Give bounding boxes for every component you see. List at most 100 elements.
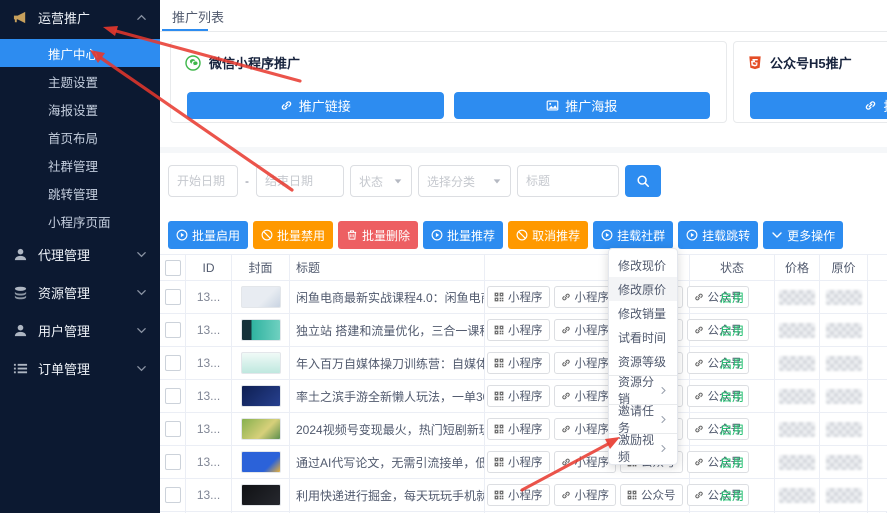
cover-thumbnail xyxy=(240,484,281,506)
menu-item-reward-video[interactable]: 激励视频 xyxy=(609,433,677,464)
chevron-up-icon xyxy=(136,12,147,23)
miniapp-link-button[interactable]: 小程序 xyxy=(553,451,616,473)
row-title: 2024视频号变现最火，热门短剧新玩法，每天花... xyxy=(290,413,485,445)
row-checkbox[interactable] xyxy=(164,421,181,437)
sidebar-item-label: 运营推广 xyxy=(38,10,91,26)
masked-price xyxy=(779,487,815,503)
row-title: 闲鱼电商最新实战课程4.0：闲鱼电商无货源规则... xyxy=(290,281,485,313)
sidebar-item-community[interactable]: 社群管理 xyxy=(0,151,160,179)
masked-price xyxy=(779,322,815,338)
mount-redirect-button[interactable]: 挂载跳转 xyxy=(678,221,759,249)
miniapp-qrcode-button[interactable]: 小程序 xyxy=(487,352,550,374)
miniapp-qrcode-button[interactable]: 小程序 xyxy=(487,286,550,308)
row-title: 独立站 搭建和流量优化，三合一课程解决独立站... xyxy=(290,314,485,346)
sidebar: 运营推广 推广中心 主题设置 海报设置 首页布局 社群管理 跳转管理 小程序页面… xyxy=(0,0,160,513)
miniapp-link-button[interactable]: 小程序 xyxy=(553,385,616,407)
sidebar-item-label: 用户管理 xyxy=(38,323,91,339)
status-badge: 启用 xyxy=(690,314,775,346)
promo-poster-button[interactable]: 推广海报 xyxy=(453,92,710,119)
miniapp-qrcode-button[interactable]: 小程序 xyxy=(487,385,550,407)
cover-thumbnail xyxy=(240,418,281,440)
miniapp-qrcode-button[interactable]: 小程序 xyxy=(487,418,550,440)
magnifier-icon xyxy=(636,174,650,188)
sidebar-item-theme-settings[interactable]: 主题设置 xyxy=(0,67,160,95)
play-circle-icon xyxy=(176,229,188,241)
more-actions-button[interactable]: 更多操作 xyxy=(763,221,844,249)
sidebar-item-orders[interactable]: 订单管理 xyxy=(0,349,160,387)
card-title: 公众号H5推广 xyxy=(734,42,887,72)
cancel-recommend-button[interactable]: 取消推荐 xyxy=(508,221,589,249)
link-icon xyxy=(561,391,571,401)
sidebar-item-promo-center[interactable]: 推广中心 xyxy=(0,39,160,67)
table-row: 13... 闲鱼电商最新实战课程4.0：闲鱼电商无货源规则... 小程序 小程序… xyxy=(160,281,887,314)
miniapp-qrcode-button[interactable]: 小程序 xyxy=(487,451,550,473)
resources-icon xyxy=(13,285,28,300)
miniapp-qrcode-button[interactable]: 小程序 xyxy=(487,319,550,341)
sidebar-item-label: 代理管理 xyxy=(38,247,91,263)
miniapp-link-button[interactable]: 小程序 xyxy=(553,286,616,308)
table-header-row: ID 封面 标题 状态 价格 原价 xyxy=(160,254,887,281)
table-row: 13... 2024视频号变现最火，热门短剧新玩法，每天花... 小程序 小程序… xyxy=(160,413,887,446)
sidebar-item-users[interactable]: 用户管理 xyxy=(0,311,160,349)
mount-community-button[interactable]: 挂载社群 xyxy=(593,221,674,249)
row-checkbox[interactable] xyxy=(164,454,181,470)
play-circle-icon xyxy=(431,229,443,241)
row-id: 13... xyxy=(186,479,232,511)
chevron-down-icon xyxy=(136,363,147,374)
sidebar-item-home-layout[interactable]: 首页布局 xyxy=(0,123,160,151)
miniapp-link-button[interactable]: 小程序 xyxy=(553,484,616,506)
batch-disable-button[interactable]: 批量禁用 xyxy=(253,221,334,249)
category-select[interactable]: 选择分类 xyxy=(418,165,511,197)
miniapp-link-button[interactable]: 小程序 xyxy=(553,352,616,374)
promo-link-button[interactable]: 推广链接 xyxy=(187,92,444,119)
batch-delete-button[interactable]: 批量删除 xyxy=(338,221,419,249)
menu-item-invite-task[interactable]: 邀请任务 xyxy=(609,404,677,435)
row-checkbox[interactable] xyxy=(164,355,181,371)
status-select[interactable]: 状态 xyxy=(350,165,412,197)
menu-item-trial-duration[interactable]: 试看时间 xyxy=(609,325,677,349)
link-icon xyxy=(561,457,571,467)
h5-promo-card: 公众号H5推广 推广链接 xyxy=(733,41,887,123)
row-checkbox[interactable] xyxy=(164,289,181,305)
batch-recommend-button[interactable]: 批量推荐 xyxy=(423,221,504,249)
link-icon xyxy=(280,99,293,112)
sidebar-item-agents[interactable]: 代理管理 xyxy=(0,235,160,273)
end-date-input[interactable] xyxy=(256,165,344,197)
menu-item-resource-distribution[interactable]: 资源分销 xyxy=(609,375,677,406)
menu-item-resource-level[interactable]: 资源等级 xyxy=(609,349,677,373)
link-icon xyxy=(561,292,571,302)
miniapp-link-button[interactable]: 小程序 xyxy=(553,319,616,341)
qrcode-icon xyxy=(494,358,504,368)
batch-enable-button[interactable]: 批量启用 xyxy=(168,221,249,249)
status-badge: 启用 xyxy=(690,413,775,445)
sidebar-item-resources[interactable]: 资源管理 xyxy=(0,273,160,311)
caret-down-icon xyxy=(393,176,403,186)
miniapp-link-button[interactable]: 小程序 xyxy=(553,418,616,440)
sidebar-item-poster-settings[interactable]: 海报设置 xyxy=(0,95,160,123)
miniapp-qrcode-button[interactable]: 小程序 xyxy=(487,484,550,506)
row-checkbox[interactable] xyxy=(164,388,181,404)
table-row: 13... 年入百万自媒体操刀训练营：自媒体心法+实操... 小程序 小程序 公… xyxy=(160,347,887,380)
menu-item-edit-original-price[interactable]: 修改原价 xyxy=(609,277,677,301)
row-checkbox[interactable] xyxy=(164,487,181,503)
status-badge: 启用 xyxy=(690,380,775,412)
start-date-input[interactable] xyxy=(168,165,238,197)
row-title: 年入百万自媒体操刀训练营：自媒体心法+实操... xyxy=(290,347,485,379)
sidebar-item-redirect[interactable]: 跳转管理 xyxy=(0,179,160,207)
row-checkbox[interactable] xyxy=(164,322,181,338)
menu-item-edit-current-price[interactable]: 修改现价 xyxy=(609,253,677,277)
promo-link-button[interactable]: 推广链接 xyxy=(750,92,887,119)
official-qrcode-button[interactable]: 公众号 xyxy=(620,484,683,506)
sidebar-item-miniapp-pages[interactable]: 小程序页面 xyxy=(0,207,160,235)
chevron-right-icon xyxy=(659,386,668,395)
search-button[interactable] xyxy=(625,165,661,197)
chevron-down-icon xyxy=(136,325,147,336)
tab-promo-list[interactable]: 推广列表 xyxy=(172,7,224,26)
main-content: 推广列表 微信小程序推广 推广链接 推广海报 公众号H5推广 开始日期 - 结束… xyxy=(160,0,887,513)
menu-item-edit-sales[interactable]: 修改销量 xyxy=(609,301,677,325)
sidebar-item-operations[interactable]: 运营推广 xyxy=(0,0,160,34)
cover-thumbnail xyxy=(240,286,281,308)
batch-action-bar: 批量启用 批量禁用 批量删除 批量推荐 取消推荐 挂载社群 挂载跳转 更多操作 xyxy=(168,221,844,249)
title-search-input[interactable] xyxy=(517,165,619,197)
select-all-checkbox[interactable] xyxy=(164,259,181,276)
